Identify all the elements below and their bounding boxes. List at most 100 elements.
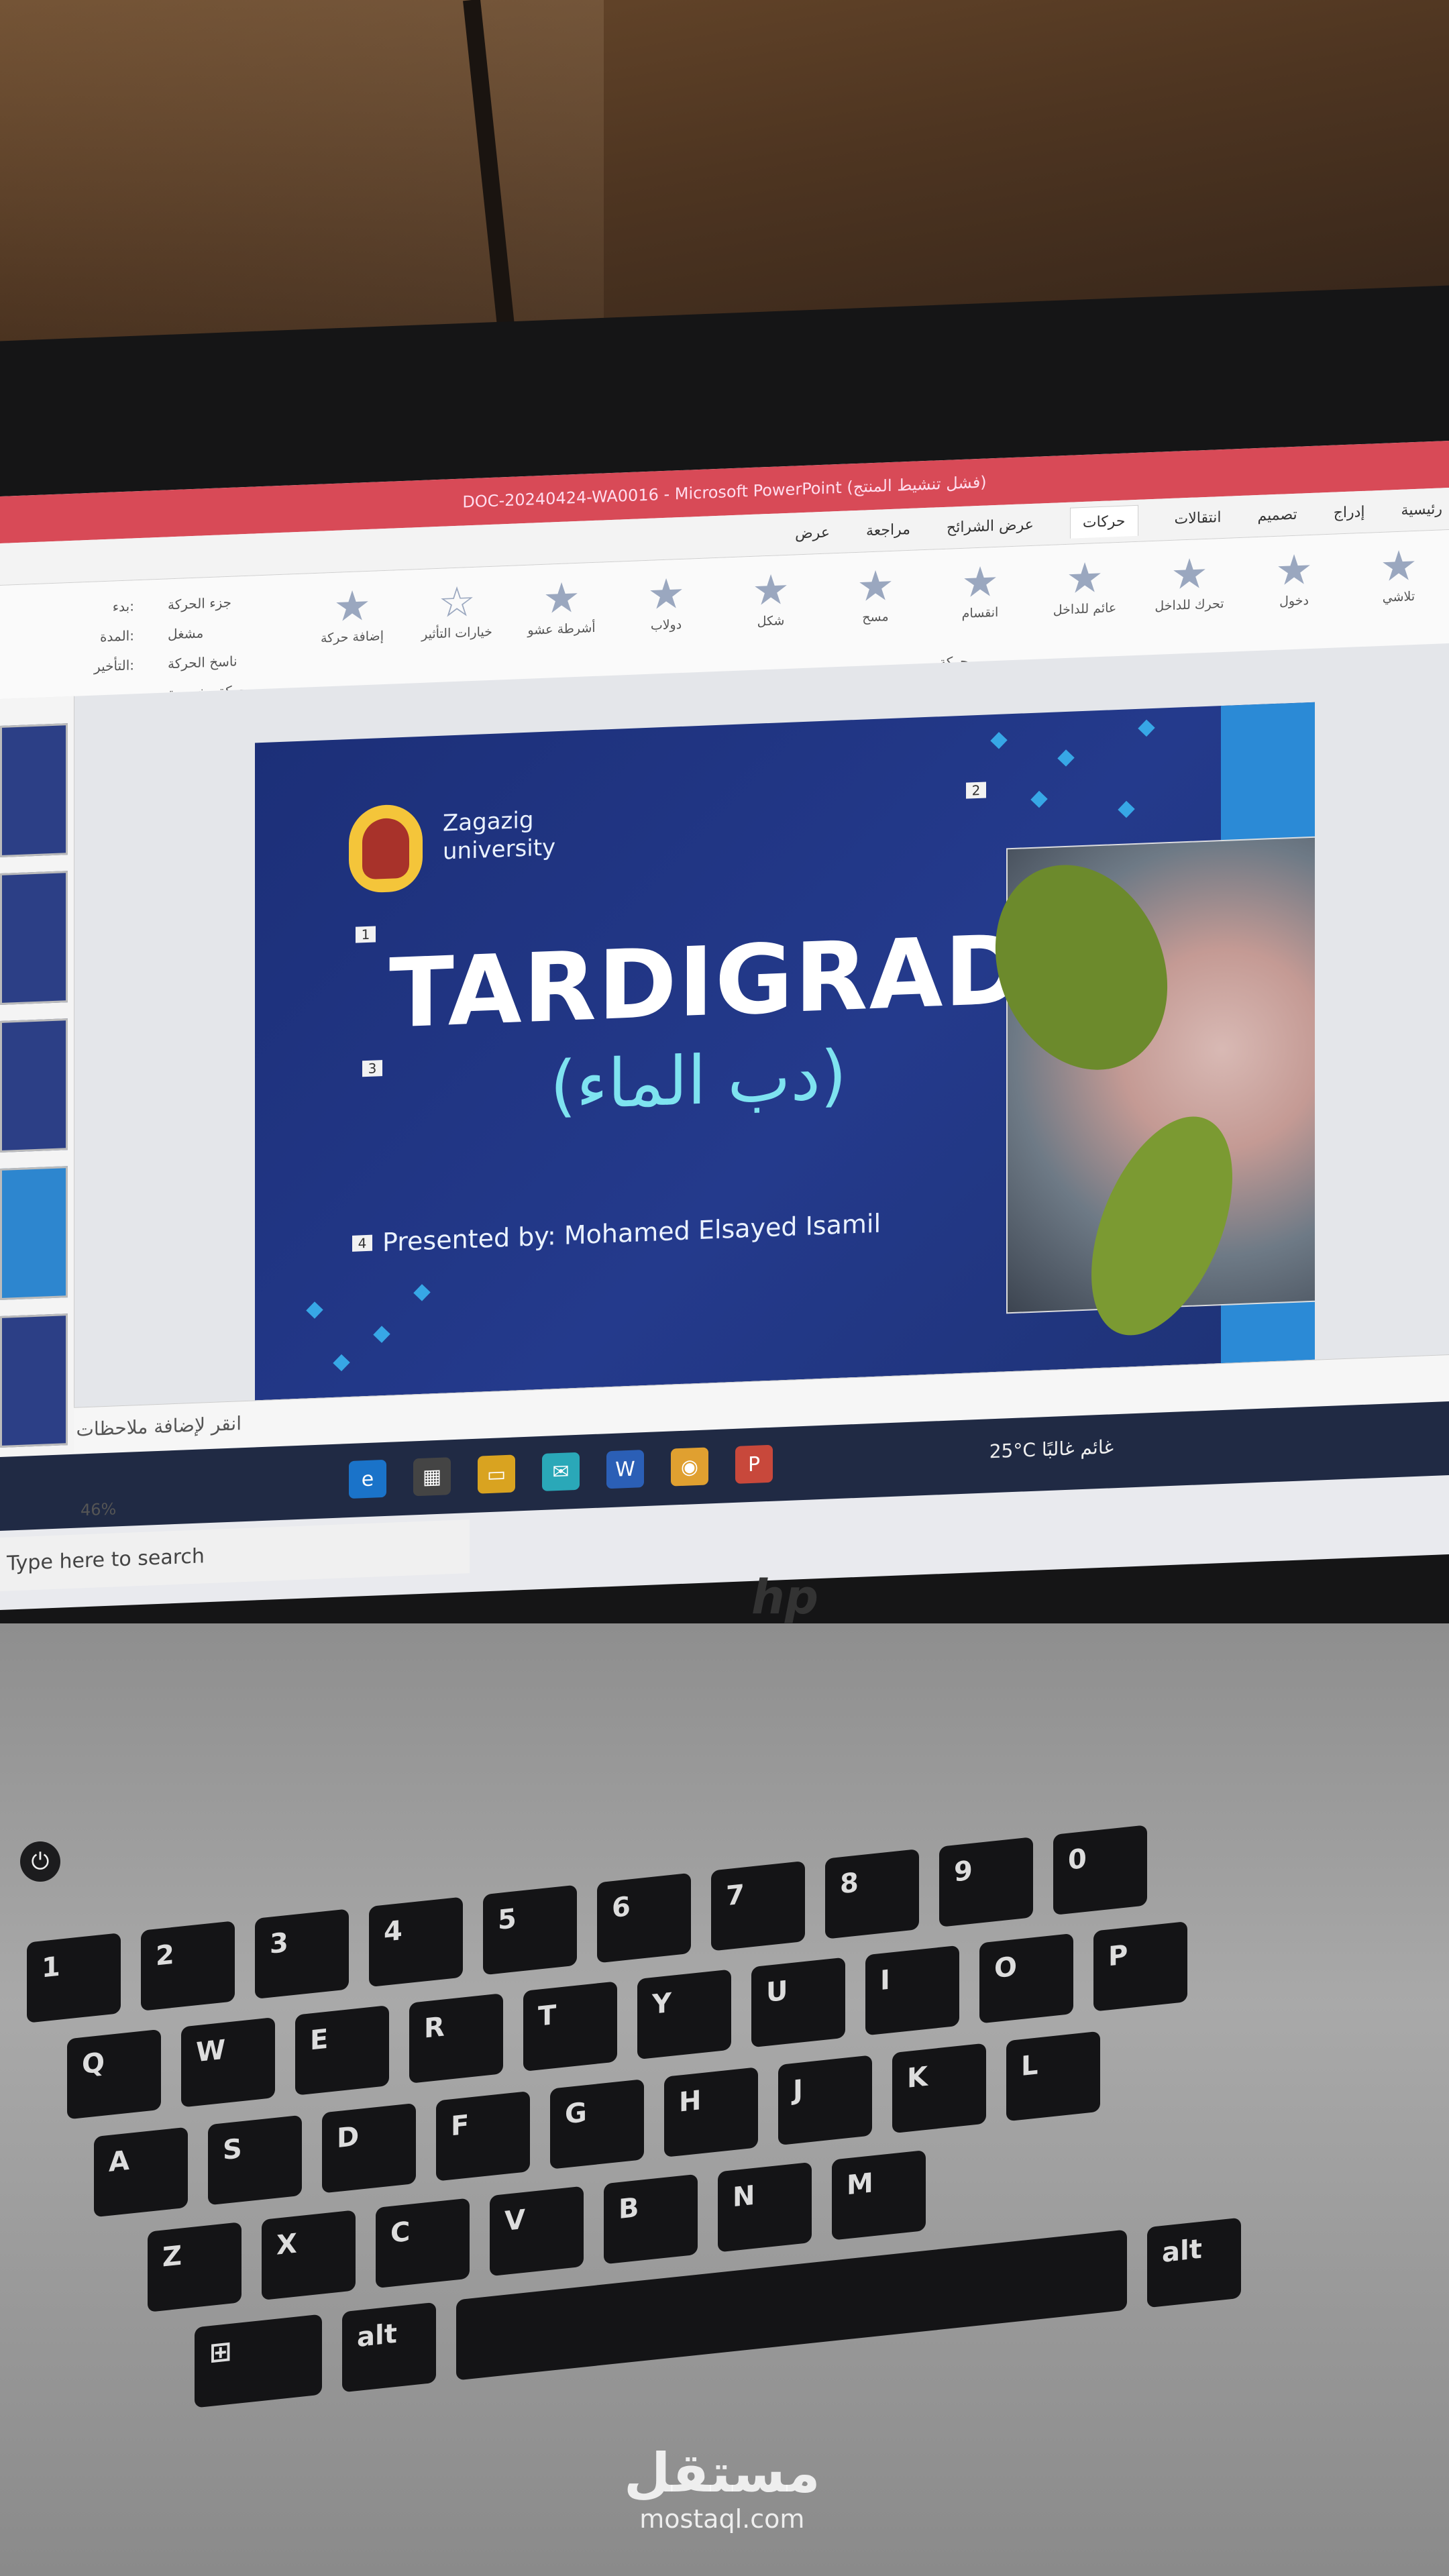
animation-wipe-button[interactable]: ★ مسح [839, 561, 912, 626]
animation-fly-in-button[interactable]: ★ تحرك للداخل [1152, 549, 1226, 614]
weather-widget[interactable]: 25°C غائم غالبًا [989, 1436, 1114, 1462]
tab-view[interactable]: عرض [795, 524, 830, 542]
key[interactable]: R [409, 1993, 503, 2084]
decor-diamond [333, 1354, 350, 1372]
animation-appear-button[interactable]: ★ دخول [1257, 545, 1331, 610]
slide-thumbnail[interactable] [0, 1166, 68, 1300]
timing-start[interactable]: بدء: [27, 591, 134, 625]
animation-float-in-button[interactable]: ★ عائم للداخل [1048, 553, 1122, 618]
key[interactable]: 2 [141, 1921, 235, 2011]
key[interactable]: D [322, 2102, 416, 2194]
slide-thumbnail[interactable] [0, 1313, 68, 1448]
chrome-icon[interactable]: ◉ [671, 1447, 708, 1487]
decor-diamond [1030, 790, 1048, 808]
tab-home[interactable]: رئيسية [1401, 500, 1442, 519]
key[interactable]: J [778, 2055, 872, 2146]
animation-pane-button[interactable]: جزء الحركة [168, 586, 275, 619]
key[interactable]: S [208, 2114, 302, 2206]
watermark-latin: mostaql.com [639, 2504, 805, 2534]
watermark: مستقل mostaql.com [624, 2442, 820, 2534]
key[interactable]: X [262, 2210, 356, 2301]
moss-leaf [963, 835, 1200, 1100]
alt-key[interactable]: alt [1147, 2217, 1241, 2308]
key[interactable]: T [523, 1981, 617, 2072]
key[interactable]: F [436, 2090, 530, 2182]
timing-duration[interactable]: المدة: [27, 621, 134, 654]
mail-icon[interactable]: ✉ [542, 1452, 580, 1491]
presenter-line: Presented by: Mohamed Elsayed Isamil [382, 1208, 881, 1258]
store-icon[interactable]: ▦ [413, 1457, 451, 1497]
effect-options-button[interactable]: ☆ خيارات التأثير [420, 576, 494, 642]
key[interactable]: M [832, 2149, 926, 2241]
key[interactable]: O [979, 1933, 1073, 2024]
slide-thumbnail[interactable] [0, 723, 68, 857]
key[interactable]: Q [67, 2029, 161, 2120]
key[interactable]: 5 [483, 1884, 577, 1976]
key[interactable]: 0 [1053, 1825, 1147, 1915]
tab-insert[interactable]: إدراج [1334, 503, 1365, 521]
key[interactable]: I [865, 1945, 959, 2036]
star-plus-icon: ★ [333, 580, 371, 631]
decor-diamond [373, 1326, 390, 1343]
folder-icon[interactable]: ▭ [478, 1454, 515, 1494]
animation-fade-button[interactable]: ★ تلاشي [1362, 541, 1436, 606]
taskbar-search[interactable]: Type here to search [0, 1519, 470, 1591]
animation-tag: 4 [352, 1234, 372, 1252]
key[interactable]: E [295, 2005, 389, 2096]
tab-design[interactable]: تصميم [1257, 506, 1297, 524]
key[interactable]: G [550, 2079, 644, 2169]
key[interactable]: V [490, 2186, 584, 2277]
star-icon: ★ [1275, 544, 1313, 595]
tab-slideshow[interactable]: عرض الشرائح [947, 516, 1034, 536]
hp-logo: hp [751, 1570, 818, 1625]
slide-thumbnail[interactable] [0, 871, 68, 1005]
tab-animations[interactable]: حركات [1069, 504, 1138, 539]
animation-painter-button[interactable]: ناسخ الحركة [168, 645, 275, 678]
word-icon[interactable]: W [606, 1450, 644, 1489]
animation-shape-button[interactable]: ★ شكل [734, 565, 808, 630]
edge-icon[interactable]: e [349, 1459, 386, 1499]
timing-options: بدء: المدة: التأخير: [27, 591, 134, 684]
windows-key[interactable]: ⊞ [195, 2314, 322, 2408]
animation-wheel-button[interactable]: ★ دولاب [629, 569, 703, 634]
trigger-button[interactable]: مشغل [168, 615, 275, 649]
star-icon: ☆ [438, 576, 476, 627]
zoom-level[interactable]: 46% [80, 1499, 116, 1519]
keyboard: 1 2 3 4 5 6 7 8 9 0 Q W E R T Y U I O P … [0, 1605, 1449, 2576]
decor-diamond [990, 732, 1008, 749]
key[interactable]: Y [637, 1969, 731, 2060]
key[interactable]: 6 [597, 1872, 691, 1964]
key[interactable]: H [664, 2067, 758, 2157]
decor-diamond [306, 1301, 323, 1319]
key[interactable]: 8 [825, 1849, 919, 1939]
key[interactable]: L [1006, 2031, 1100, 2122]
slide-thumbnail[interactable] [0, 1018, 68, 1152]
animation-split-button[interactable]: ★ انقسام [943, 557, 1017, 622]
key[interactable]: N [718, 2161, 812, 2253]
key[interactable]: 4 [369, 1896, 463, 1988]
animation-random-bars-button[interactable]: ★ أشرطة عشو [525, 573, 598, 638]
animation-tag: 3 [362, 1060, 382, 1077]
tab-transitions[interactable]: انتقالات [1175, 509, 1222, 528]
add-animation-button[interactable]: ★ إضافة حركة [315, 580, 389, 646]
key[interactable]: C [376, 2198, 470, 2289]
alt-key[interactable]: alt [342, 2302, 436, 2393]
key[interactable]: P [1093, 1921, 1187, 2012]
key[interactable]: U [751, 1957, 845, 2048]
key[interactable]: Z [148, 2222, 241, 2312]
slide-canvas[interactable]: Zagazig university 1 2 3 4 TARDIGRADA (د… [255, 702, 1315, 1401]
powerpoint-icon[interactable]: P [735, 1444, 773, 1484]
decor-diamond [413, 1284, 431, 1301]
key[interactable]: K [892, 2043, 986, 2134]
timing-delay[interactable]: التأخير: [27, 650, 134, 684]
key[interactable]: 3 [255, 1909, 349, 2000]
key[interactable]: 9 [939, 1837, 1033, 1927]
tab-review[interactable]: مراجعة [866, 521, 910, 539]
key[interactable]: B [604, 2174, 698, 2265]
key[interactable]: A [94, 2127, 188, 2218]
windows-icon: ⊞ [209, 2335, 232, 2369]
key[interactable]: W [181, 2017, 275, 2108]
star-icon: ★ [1380, 540, 1417, 591]
key[interactable]: 7 [711, 1860, 805, 1951]
key[interactable]: 1 [27, 1933, 121, 2023]
